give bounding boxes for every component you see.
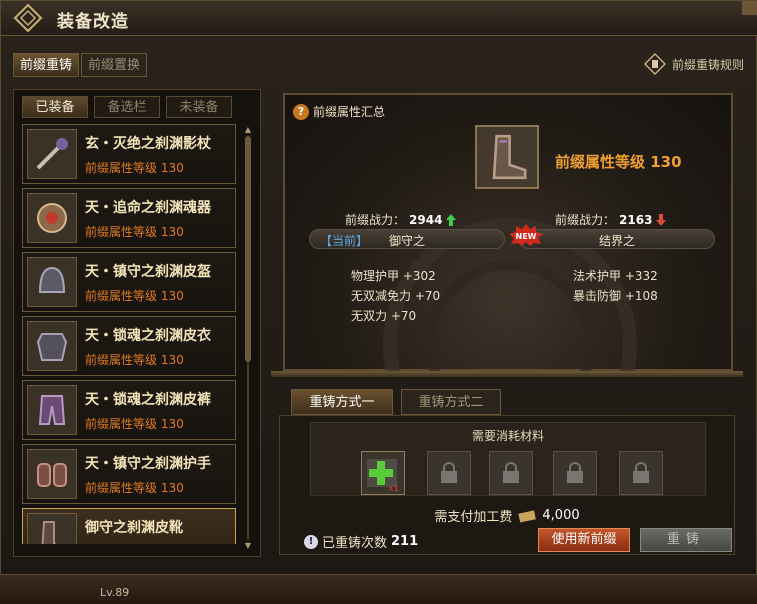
new-power-value: 2163 — [619, 212, 653, 227]
use-new-prefix-button[interactable]: 使用新前缀 — [538, 528, 630, 552]
equipment-modify-window: 装备改造 前缀重铸 前缀置换 前缀重铸规则 已装备 备选栏 未装备 玄・灭绝之刹… — [0, 0, 757, 575]
prefix-level-title: 前缀属性等级 130 — [555, 153, 682, 171]
current-power-value: 2944 — [409, 212, 443, 227]
gloves-icon — [27, 449, 77, 499]
rules-link[interactable]: 前缀重铸规则 — [643, 51, 744, 77]
title-bar: 装备改造 — [1, 1, 757, 36]
item-name: 天・追命之刹渊魂器 — [85, 200, 211, 216]
current-stat: 物理护甲 +302 — [351, 269, 436, 283]
tab-unequipped[interactable]: 未装备 — [166, 96, 232, 118]
prefix-summary: ? 前缀属性汇总 前缀属性等级 130 前缀战力： 2944 前缀战力： 216… — [283, 93, 733, 373]
scroll-down-icon[interactable]: ▼ — [244, 542, 252, 550]
new-power-label: 前缀战力： — [555, 213, 616, 227]
new-stat: 法术护甲 +332 — [573, 269, 658, 283]
boots-icon — [27, 513, 77, 544]
processing-fee: 需支付加工费 4,000 — [280, 506, 734, 525]
equipment-list: 玄・灭绝之刹渊影杖 前缀属性等级 130 天・追命之刹渊魂器 前缀属性等级 13… — [22, 124, 236, 544]
material-slot-add[interactable]: x1 — [361, 451, 405, 495]
info-icon: ! — [304, 534, 318, 549]
current-prefix-bar: 【当前】 御守之 — [309, 229, 505, 249]
locked-slot — [553, 451, 597, 495]
materials-slots: 需要消耗材料 x1 — [310, 422, 706, 496]
help-icon[interactable]: ? — [293, 103, 309, 120]
current-power-label: 前缀战力： — [345, 213, 406, 227]
document-icon — [643, 53, 666, 75]
locked-slot — [489, 451, 533, 495]
reforge-button[interactable]: 重铸 — [640, 528, 732, 552]
reforge-count-value: 211 — [391, 534, 419, 549]
tab-prefix-swap[interactable]: 前缀置换 — [81, 53, 148, 77]
item-name: 天・镇守之刹渊皮盔 — [85, 264, 211, 280]
lock-icon — [441, 462, 457, 483]
coin-scroll-icon — [518, 509, 537, 523]
item-level: 前缀属性等级 130 — [85, 353, 184, 367]
list-item-selected[interactable]: 御守之刹渊皮靴 — [22, 508, 236, 544]
item-name: 玄・灭绝之刹渊影杖 — [85, 136, 211, 152]
scroll-up-icon[interactable]: ▲ — [244, 126, 252, 134]
tab-equipped[interactable]: 已装备 — [22, 96, 88, 118]
arrow-up-icon — [446, 213, 457, 226]
reforge-count: ! 已重铸次数 211 — [304, 532, 418, 551]
rules-link-label: 前缀重铸规则 — [671, 57, 744, 72]
divider — [271, 371, 743, 377]
soul-orb-icon — [27, 193, 77, 243]
item-name: 天・锁魂之刹渊皮衣 — [85, 328, 211, 344]
materials-label: 需要消耗材料 — [471, 429, 544, 443]
arrow-down-icon — [656, 213, 667, 226]
selected-boots-icon — [475, 125, 539, 189]
item-name: 御守之刹渊皮靴 — [85, 520, 183, 536]
locked-slot — [427, 451, 471, 495]
diamond-logo-icon — [13, 3, 43, 33]
lock-icon — [503, 462, 519, 483]
pants-icon — [27, 385, 77, 435]
new-stat: 暴击防御 +108 — [573, 289, 658, 303]
list-item[interactable]: 天・镇守之刹渊皮盔 前缀属性等级 130 — [22, 252, 236, 312]
tab-method-one[interactable]: 重铸方式一 — [291, 389, 393, 415]
reforge-count-label: 已重铸次数 — [322, 536, 388, 551]
window-title: 装备改造 — [57, 12, 129, 32]
list-item[interactable]: 天・锁魂之刹渊皮裤 前缀属性等级 130 — [22, 380, 236, 440]
summary-header-label: 前缀属性汇总 — [313, 105, 386, 119]
tab-prefix-reforge[interactable]: 前缀重铸 — [13, 53, 80, 77]
item-name: 天・镇守之刹渊护手 — [85, 456, 211, 472]
list-item[interactable]: 天・追命之刹渊魂器 前缀属性等级 130 — [22, 188, 236, 248]
add-material-icon: x1 — [367, 459, 399, 493]
new-power: 前缀战力： 2163 — [555, 211, 667, 228]
lock-icon — [633, 462, 649, 483]
item-level: 前缀属性等级 130 — [85, 161, 184, 175]
current-stat: 无双减免力 +70 — [351, 289, 441, 303]
cost-label: 需支付加工费 — [434, 510, 513, 525]
current-power: 前缀战力： 2944 — [345, 211, 457, 228]
tab-candidates[interactable]: 备选栏 — [94, 96, 160, 118]
corner-decoration — [742, 1, 757, 15]
summary-header: ? 前缀属性汇总 — [293, 103, 385, 120]
equipment-list-panel: 已装备 备选栏 未装备 玄・灭绝之刹渊影杖 前缀属性等级 130 天・追命之刹渊… — [13, 89, 261, 557]
item-level: 前缀属性等级 130 — [85, 417, 184, 431]
lock-icon — [567, 462, 583, 483]
current-stat: 无双力 +70 — [351, 309, 417, 323]
scroll-thumb[interactable] — [245, 136, 251, 362]
cost-value: 4,000 — [542, 508, 580, 523]
material-count: x1 — [388, 484, 399, 493]
materials-box: 需要消耗材料 x1 需支付加工费 4,000 ! 已重铸次数 211 使用新前缀… — [279, 415, 735, 555]
current-prefix-name: 御守之 — [388, 234, 425, 248]
new-prefix-name: 结界之 — [598, 234, 635, 248]
tab-method-two[interactable]: 重铸方式二 — [401, 389, 501, 415]
armor-icon — [27, 321, 77, 371]
list-item[interactable]: 天・锁魂之刹渊皮衣 前缀属性等级 130 — [22, 316, 236, 376]
new-prefix-bar: NEW 结界之 — [509, 224, 715, 249]
reforge-panel: ? 前缀属性汇总 前缀属性等级 130 前缀战力： 2944 前缀战力： 216… — [271, 89, 743, 561]
item-level: 前缀属性等级 130 — [85, 289, 184, 303]
item-level: 前缀属性等级 130 — [85, 481, 184, 495]
helmet-icon — [27, 257, 77, 307]
item-level: 前缀属性等级 130 — [85, 225, 184, 239]
list-item[interactable]: 玄・灭绝之刹渊影杖 前缀属性等级 130 — [22, 124, 236, 184]
list-scrollbar[interactable]: ▲ ▼ — [244, 126, 252, 550]
list-item[interactable]: 天・镇守之刹渊护手 前缀属性等级 130 — [22, 444, 236, 504]
staff-icon — [27, 129, 77, 179]
locked-slot — [619, 451, 663, 495]
item-name: 天・锁魂之刹渊皮裤 — [85, 392, 211, 408]
player-level: Lv.89 — [100, 586, 130, 599]
